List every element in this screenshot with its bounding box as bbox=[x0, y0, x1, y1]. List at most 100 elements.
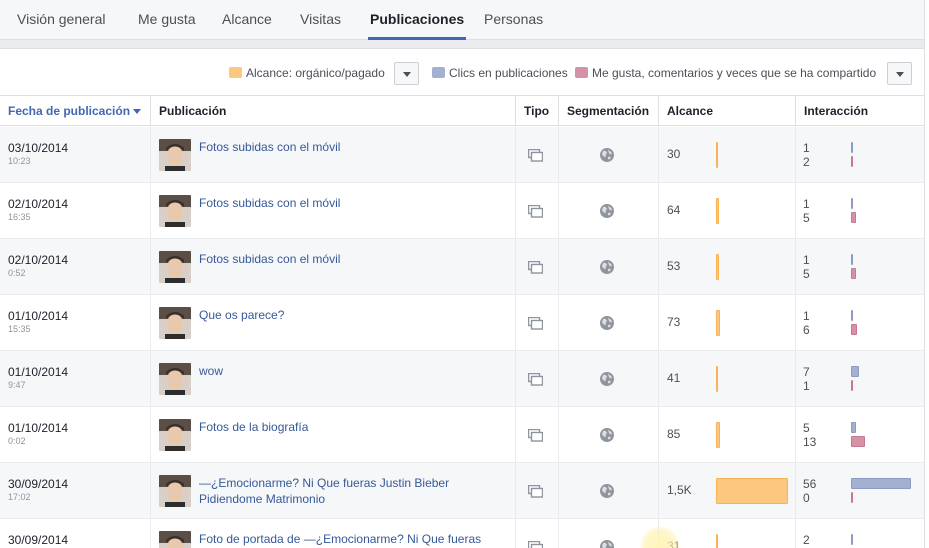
column-type: Tipo bbox=[515, 96, 558, 126]
table-row[interactable]: 30/09/2014 17:02 —¿Emocionarme? Ni Que f… bbox=[0, 463, 924, 519]
globe-icon bbox=[600, 204, 614, 218]
table-row[interactable]: 30/09/2014 Foto de portada de —¿Emociona… bbox=[0, 519, 924, 548]
likes-value: 2 bbox=[803, 155, 810, 169]
globe-icon bbox=[600, 148, 614, 162]
post-cell: Fotos de la biografía bbox=[150, 407, 516, 463]
reach-cell: 85 bbox=[658, 407, 795, 463]
tab-alcance[interactable]: Alcance bbox=[222, 0, 272, 40]
clicks-bar bbox=[851, 366, 859, 377]
reach-cell: 64 bbox=[658, 183, 795, 239]
likes-value: 0 bbox=[803, 491, 810, 505]
scrollbar[interactable] bbox=[924, 0, 929, 548]
clicks-bar bbox=[851, 310, 853, 321]
tab-personas[interactable]: Personas bbox=[484, 0, 543, 40]
column-date[interactable]: Fecha de publicación bbox=[0, 96, 150, 126]
reach-bar bbox=[716, 310, 720, 336]
post-cell: Foto de portada de —¿Emocionarme? Ni Que… bbox=[150, 519, 516, 548]
globe-icon bbox=[600, 428, 614, 442]
clicks-value: 1 bbox=[803, 309, 810, 323]
type-cell bbox=[515, 351, 558, 407]
tab-publicaciones[interactable]: Publicaciones bbox=[368, 0, 467, 40]
likes-bar bbox=[851, 324, 857, 335]
post-date: 30/09/2014 bbox=[8, 533, 69, 547]
post-link[interactable]: Fotos subidas con el móvil bbox=[199, 139, 499, 155]
column-interaction: Interacción bbox=[795, 96, 924, 126]
date-cell: 02/10/2014 0:52 bbox=[0, 239, 150, 295]
reach-bar bbox=[716, 366, 718, 392]
posts-panel: Alcance: orgánico/pagado Clics en public… bbox=[0, 48, 924, 548]
table-row[interactable]: 02/10/2014 16:35 Fotos subidas con el mó… bbox=[0, 183, 924, 239]
legend-clicks-label: Clics en publicaciones bbox=[449, 66, 568, 80]
reach-metric-dropdown[interactable] bbox=[394, 62, 419, 85]
post-cell: Fotos subidas con el móvil bbox=[150, 239, 516, 295]
post-time: 16:35 bbox=[8, 212, 31, 222]
reach-cell: 53 bbox=[658, 239, 795, 295]
targeting-cell bbox=[558, 519, 658, 548]
interaction-cell: 1 5 bbox=[795, 239, 924, 295]
clicks-bar bbox=[851, 422, 856, 433]
table-row[interactable]: 03/10/2014 10:23 Fotos subidas con el mó… bbox=[0, 127, 924, 183]
post-link[interactable]: Fotos de la biografía bbox=[199, 419, 499, 435]
chevron-down-icon bbox=[403, 72, 411, 77]
photo-album-icon bbox=[528, 261, 543, 274]
interaction-cell: 56 0 bbox=[795, 463, 924, 519]
post-link[interactable]: Que os parece? bbox=[199, 307, 499, 323]
post-thumbnail[interactable] bbox=[159, 531, 191, 548]
photo-album-icon bbox=[528, 373, 543, 386]
clicks-value: 56 bbox=[803, 477, 817, 491]
post-time: 0:52 bbox=[8, 268, 26, 278]
post-date: 01/10/2014 bbox=[8, 309, 69, 323]
post-time: 10:23 bbox=[8, 156, 31, 166]
tab-me-gusta[interactable]: Me gusta bbox=[138, 0, 196, 40]
post-link[interactable]: Foto de portada de —¿Emocionarme? Ni Que… bbox=[199, 531, 499, 547]
reach-bar bbox=[716, 534, 718, 548]
globe-icon bbox=[600, 316, 614, 330]
targeting-cell bbox=[558, 463, 658, 519]
sort-desc-icon bbox=[133, 109, 142, 114]
legend-reach-label: Alcance: orgánico/pagado bbox=[246, 66, 385, 80]
targeting-cell bbox=[558, 127, 658, 183]
post-thumbnail[interactable] bbox=[159, 251, 191, 283]
reach-value: 85 bbox=[667, 427, 681, 441]
column-date-label: Fecha de publicación bbox=[8, 104, 131, 118]
likes-swatch bbox=[575, 67, 588, 78]
post-time: 0:02 bbox=[8, 436, 26, 446]
post-link[interactable]: —¿Emocionarme? Ni Que fueras Justin Bieb… bbox=[199, 475, 499, 507]
tab-vision-general[interactable]: Visión general bbox=[17, 0, 105, 40]
post-thumbnail[interactable] bbox=[159, 195, 191, 227]
table-row[interactable]: 01/10/2014 0:02 Fotos de la biografía 85… bbox=[0, 407, 924, 463]
post-thumbnail[interactable] bbox=[159, 475, 191, 507]
date-cell: 03/10/2014 10:23 bbox=[0, 127, 150, 183]
globe-icon bbox=[600, 260, 614, 274]
post-link[interactable]: Fotos subidas con el móvil bbox=[199, 195, 499, 211]
reach-bar bbox=[716, 142, 718, 168]
post-link[interactable]: Fotos subidas con el móvil bbox=[199, 251, 499, 267]
interaction-cell: 1 5 bbox=[795, 183, 924, 239]
post-link[interactable]: wow bbox=[199, 363, 499, 379]
post-thumbnail[interactable] bbox=[159, 363, 191, 395]
table-row[interactable]: 01/10/2014 15:35 Que os parece? 73 1 6 bbox=[0, 295, 924, 351]
reach-value: 1,5K bbox=[667, 483, 692, 497]
photo-album-icon bbox=[528, 541, 543, 548]
post-cell: Fotos subidas con el móvil bbox=[150, 183, 516, 239]
likes-bar bbox=[851, 212, 856, 223]
post-date: 02/10/2014 bbox=[8, 197, 69, 211]
post-thumbnail[interactable] bbox=[159, 139, 191, 171]
reach-value: 41 bbox=[667, 371, 681, 385]
post-thumbnail[interactable] bbox=[159, 419, 191, 451]
post-thumbnail[interactable] bbox=[159, 307, 191, 339]
likes-value: 13 bbox=[803, 435, 817, 449]
chevron-down-icon bbox=[896, 72, 904, 77]
interaction-metric-dropdown[interactable] bbox=[887, 62, 912, 85]
tab-visitas[interactable]: Visitas bbox=[300, 0, 341, 40]
clicks-bar bbox=[851, 142, 853, 153]
table-row[interactable]: 01/10/2014 9:47 wow 41 7 1 bbox=[0, 351, 924, 407]
post-cell: —¿Emocionarme? Ni Que fueras Justin Bieb… bbox=[150, 463, 516, 519]
clicks-value: 7 bbox=[803, 365, 810, 379]
clicks-bar bbox=[851, 478, 911, 489]
clicks-value: 1 bbox=[803, 141, 810, 155]
globe-icon bbox=[600, 372, 614, 386]
table-row[interactable]: 02/10/2014 0:52 Fotos subidas con el móv… bbox=[0, 239, 924, 295]
type-cell bbox=[515, 183, 558, 239]
type-cell bbox=[515, 463, 558, 519]
